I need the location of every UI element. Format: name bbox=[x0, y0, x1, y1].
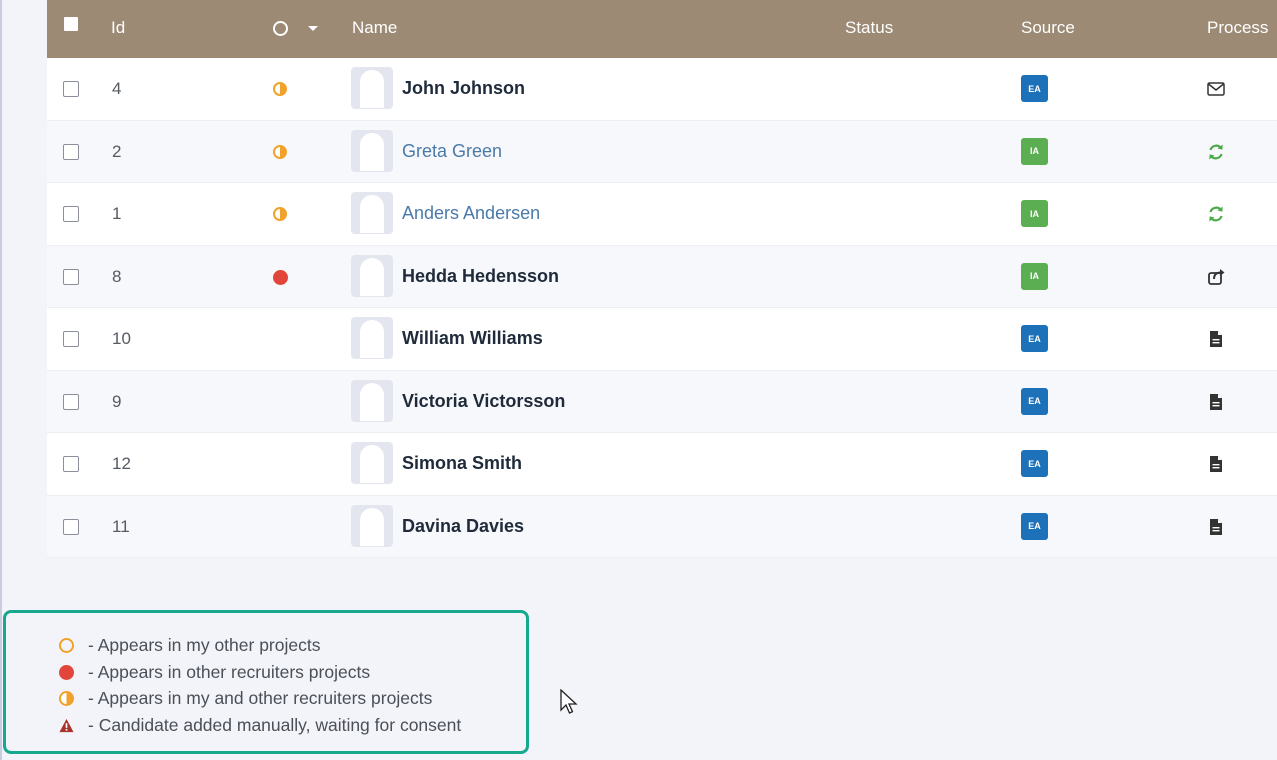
column-header-status[interactable]: Status bbox=[845, 18, 893, 38]
document-icon[interactable] bbox=[1205, 391, 1227, 413]
source-badge: EA bbox=[1021, 512, 1048, 540]
table-row[interactable]: 4 John Johnson EA bbox=[47, 58, 1277, 121]
table-row[interactable]: 10 William Williams EA bbox=[47, 308, 1277, 371]
row-id: 4 bbox=[112, 79, 122, 98]
legend-text: - Appears in other recruiters projects bbox=[88, 662, 371, 682]
avatar bbox=[351, 254, 393, 297]
legend-item: - Appears in other recruiters projects bbox=[59, 662, 370, 683]
table-body: 4 John Johnson EA 2 Greta Green IA 1 Anders And… bbox=[47, 58, 1277, 558]
table-header: Id Name Status Source Process bbox=[47, 0, 1277, 58]
row-checkbox[interactable] bbox=[63, 393, 79, 410]
avatar bbox=[351, 192, 393, 234]
row-checkbox[interactable] bbox=[63, 518, 79, 535]
envelope-icon[interactable] bbox=[1205, 78, 1227, 100]
column-header-source[interactable]: Source bbox=[1021, 18, 1075, 38]
refresh-icon[interactable] bbox=[1205, 203, 1227, 225]
avatar bbox=[351, 442, 393, 484]
column-header-process[interactable]: Process bbox=[1207, 18, 1268, 38]
select-all-checkbox[interactable] bbox=[64, 17, 78, 31]
source-badge: EA bbox=[1021, 450, 1048, 477]
avatar bbox=[351, 129, 393, 172]
row-id: 11 bbox=[112, 516, 130, 536]
warning-icon bbox=[59, 718, 74, 733]
row-id: 9 bbox=[112, 391, 122, 411]
source-badge: IA bbox=[1021, 200, 1048, 227]
candidate-name-link[interactable]: Anders Andersen bbox=[402, 203, 540, 224]
candidate-name-link[interactable]: Greta Green bbox=[402, 141, 502, 162]
table-row[interactable]: 12 Simona Smith EA bbox=[47, 433, 1277, 496]
candidate-name-link[interactable]: William Williams bbox=[402, 328, 543, 349]
legend-item: - Candidate added manually, waiting for … bbox=[59, 715, 461, 736]
column-header-id[interactable]: Id bbox=[111, 18, 125, 38]
row-checkbox[interactable] bbox=[63, 268, 79, 285]
half-circle-icon bbox=[273, 207, 287, 221]
row-checkbox[interactable] bbox=[63, 456, 79, 472]
table-row[interactable]: 1 Anders Andersen IA bbox=[47, 183, 1277, 246]
legend-text: - Appears in my and other recruiters pro… bbox=[88, 688, 433, 708]
row-id: 2 bbox=[112, 141, 122, 161]
appearance-filter-circle-icon[interactable] bbox=[273, 21, 288, 36]
candidate-name-link[interactable]: Hedda Hedensson bbox=[402, 266, 559, 287]
document-icon[interactable] bbox=[1205, 453, 1227, 475]
row-id: 8 bbox=[112, 266, 122, 286]
column-header-name[interactable]: Name bbox=[352, 18, 397, 38]
source-badge: EA bbox=[1021, 75, 1048, 102]
row-id: 10 bbox=[112, 329, 131, 348]
document-icon[interactable] bbox=[1205, 328, 1227, 350]
page-left-border bbox=[0, 0, 2, 760]
table-row[interactable]: 8 Hedda Hedensson IA bbox=[47, 245, 1277, 308]
source-badge: EA bbox=[1021, 387, 1048, 415]
share-icon[interactable] bbox=[1205, 266, 1227, 288]
refresh-icon[interactable] bbox=[1205, 141, 1227, 163]
table-row[interactable]: 9 Victoria Victorsson EA bbox=[47, 370, 1277, 433]
candidate-name-link[interactable]: Simona Smith bbox=[402, 453, 522, 474]
row-checkbox[interactable] bbox=[63, 331, 79, 347]
table-row[interactable]: 11 Davina Davies EA bbox=[47, 495, 1277, 558]
source-badge: IA bbox=[1021, 137, 1048, 165]
table-row[interactable]: 2 Greta Green IA bbox=[47, 120, 1277, 183]
chevron-down-icon[interactable] bbox=[308, 26, 318, 31]
legend-item: - Appears in my other projects bbox=[59, 635, 320, 656]
half-circle-icon bbox=[59, 691, 74, 706]
red-dot-icon bbox=[59, 665, 74, 680]
avatar bbox=[351, 504, 393, 547]
legend-text: - Candidate added manually, waiting for … bbox=[88, 715, 462, 735]
row-id: 1 bbox=[112, 204, 122, 223]
row-id: 12 bbox=[112, 454, 131, 473]
avatar bbox=[351, 67, 393, 109]
document-icon[interactable] bbox=[1205, 516, 1227, 538]
avatar bbox=[351, 317, 393, 359]
candidate-name-link[interactable]: John Johnson bbox=[402, 78, 525, 99]
legend-text: - Appears in my other projects bbox=[88, 635, 321, 655]
candidate-name-link[interactable]: Davina Davies bbox=[402, 516, 524, 537]
legend-box: - Appears in my other projects - Appears… bbox=[3, 610, 529, 754]
source-badge: IA bbox=[1021, 262, 1048, 290]
candidate-name-link[interactable]: Victoria Victorsson bbox=[402, 391, 565, 412]
row-checkbox[interactable] bbox=[63, 143, 79, 160]
avatar bbox=[351, 379, 393, 422]
half-circle-icon bbox=[273, 82, 287, 96]
hollow-circle-icon bbox=[59, 638, 74, 653]
mouse-cursor-icon bbox=[560, 689, 578, 714]
half-circle-icon bbox=[273, 144, 287, 159]
legend-item: - Appears in my and other recruiters pro… bbox=[59, 688, 432, 709]
source-badge: EA bbox=[1021, 325, 1048, 352]
red-dot-icon bbox=[273, 269, 288, 285]
candidates-table: Id Name Status Source Process 4 John John… bbox=[47, 0, 1277, 558]
row-checkbox[interactable] bbox=[63, 206, 79, 222]
row-checkbox[interactable] bbox=[63, 81, 79, 97]
